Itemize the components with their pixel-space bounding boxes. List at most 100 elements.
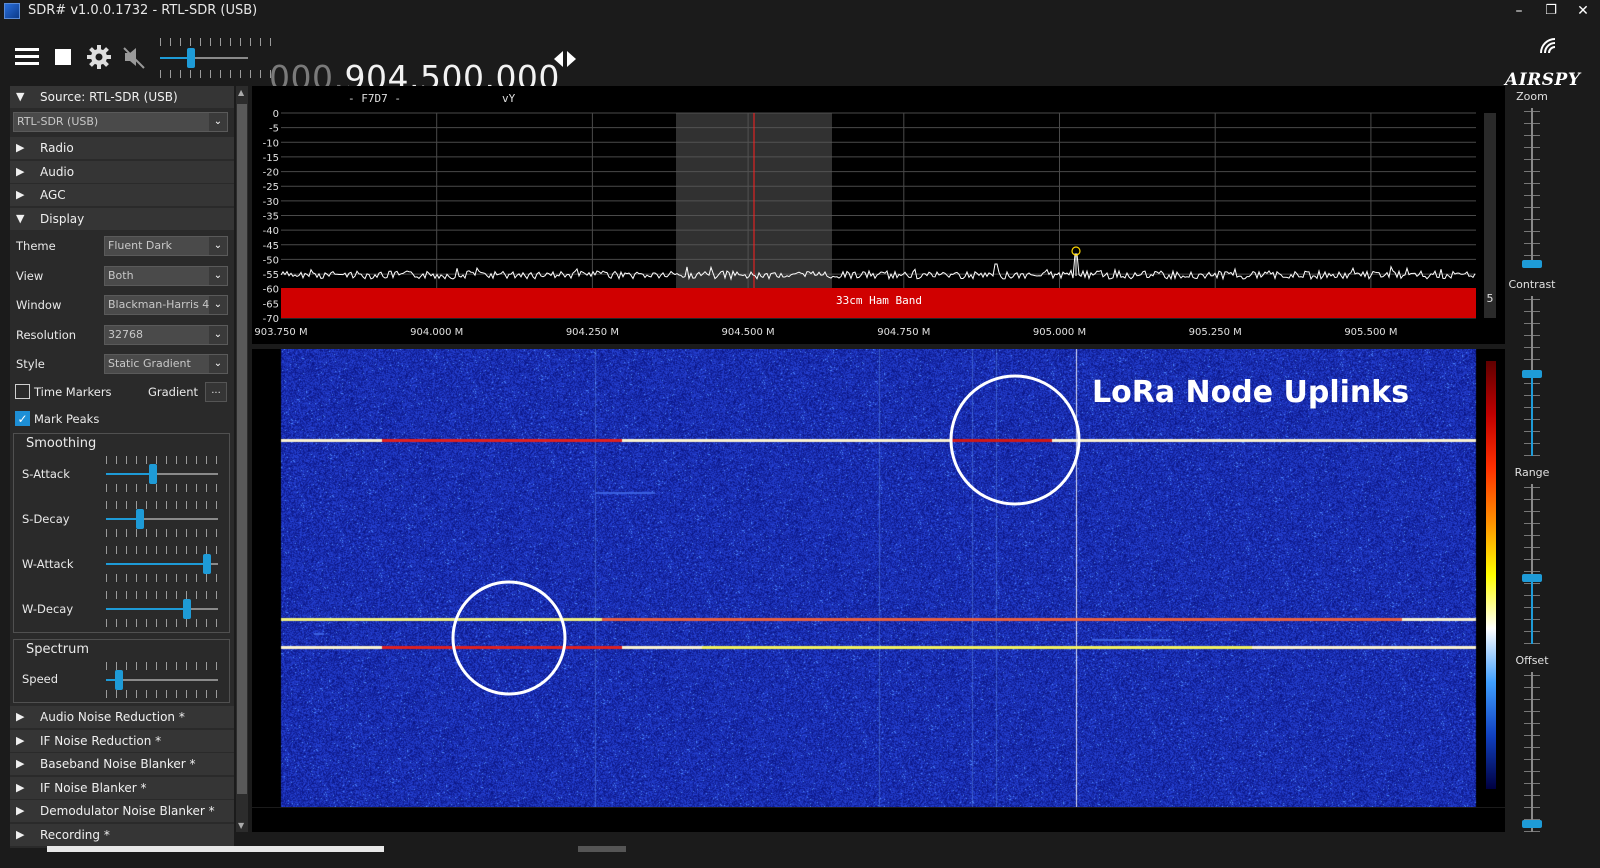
- style-select[interactable]: Static Gradient ⌄: [104, 354, 228, 374]
- spectrum-analyzer[interactable]: - F7D7 - vY 33cm Ham Band 5 0 -5 -10 -15 -20…: [252, 86, 1505, 344]
- rds-pi-label: - F7D7 -: [348, 92, 401, 105]
- window-title: SDR# v1.0.0.1732 - RTL-SDR (USB): [28, 3, 258, 18]
- audio-noise-reduction-header[interactable]: ▶ Audio Noise Reduction *: [10, 706, 234, 728]
- title-bar: SDR# v1.0.0.1732 - RTL-SDR (USB) – ❐ ✕: [0, 0, 1600, 22]
- scrollbar-thumb[interactable]: [237, 104, 247, 794]
- demodulator-noise-blanker-header[interactable]: ▶ Demodulator Noise Blanker *: [10, 800, 234, 822]
- mark-peaks-checkbox[interactable]: ✓: [15, 411, 30, 426]
- s-decay-label: S-Decay: [22, 512, 70, 526]
- color-gradient-legend: [1486, 361, 1496, 789]
- smoothing-group: Smoothing S-Attack S-Decay W-Attack W-De…: [13, 433, 230, 633]
- offset-slider[interactable]: [1516, 672, 1548, 832]
- radio-section-header[interactable]: ▶ Radio: [10, 137, 234, 159]
- zoom-label: Zoom: [1516, 90, 1548, 103]
- status-bar: [0, 846, 1600, 868]
- source-header-label: Source: RTL-SDR (USB): [40, 90, 178, 104]
- source-section-header[interactable]: ▼ Source: RTL-SDR (USB): [10, 86, 234, 108]
- stop-icon[interactable]: [48, 42, 78, 72]
- view-select[interactable]: Both ⌄: [104, 266, 228, 286]
- section-label: Demodulator Noise Blanker *: [40, 804, 215, 818]
- range-slider-thumb[interactable]: [1522, 574, 1542, 582]
- section-label: Audio Noise Reduction *: [40, 710, 185, 724]
- maximize-button[interactable]: ❐: [1536, 1, 1566, 21]
- section-label: Baseband Noise Blanker *: [40, 757, 196, 771]
- baseband-noise-blanker-header[interactable]: ▶ Baseband Noise Blanker *: [10, 753, 234, 775]
- db-tick-label: 0: [273, 109, 279, 120]
- theme-select[interactable]: Fluent Dark ⌄: [104, 236, 228, 256]
- view-value: Both: [108, 269, 134, 282]
- if-noise-reduction-header[interactable]: ▶ IF Noise Reduction *: [10, 730, 234, 752]
- db-tick-label: -5: [269, 124, 279, 135]
- bottom-panel: [252, 808, 1505, 832]
- chevron-down-icon: ⌄: [209, 296, 227, 314]
- db-tick-label: -35: [263, 212, 279, 223]
- w-decay-slider[interactable]: [106, 589, 218, 629]
- minimize-button[interactable]: –: [1504, 1, 1534, 21]
- freq-tick-label: 905.500 M: [1344, 327, 1397, 338]
- scroll-up-icon[interactable]: ▲: [238, 88, 244, 97]
- hamburger-menu-icon[interactable]: [12, 42, 42, 72]
- contrast-slider[interactable]: [1516, 296, 1548, 456]
- resolution-select[interactable]: 32768 ⌄: [104, 325, 228, 345]
- volume-slider[interactable]: [160, 38, 272, 78]
- section-label: Audio: [40, 165, 75, 179]
- db-tick-label: -55: [263, 270, 279, 281]
- lora-annotation-label: LoRa Node Uplinks: [1092, 375, 1409, 410]
- left-right-arrows-icon[interactable]: [551, 47, 579, 71]
- contrast-slider-thumb[interactable]: [1522, 370, 1542, 378]
- theme-label: Theme: [16, 239, 56, 253]
- collapse-arrow-icon: ▼: [16, 90, 25, 103]
- taskbar-strip: [47, 846, 384, 852]
- spectrum-side-bar[interactable]: [1484, 113, 1496, 318]
- source-device-select[interactable]: RTL-SDR (USB) ⌄: [13, 112, 228, 132]
- panel-scrollbar[interactable]: ▲ ▼: [236, 86, 248, 832]
- scroll-down-icon[interactable]: ▼: [238, 821, 244, 830]
- db-tick-label: -45: [263, 241, 279, 252]
- s-attack-slider[interactable]: [106, 454, 218, 494]
- chevron-down-icon: ⌄: [209, 355, 227, 373]
- time-markers-checkbox[interactable]: [15, 384, 30, 399]
- agc-section-header[interactable]: ▶ AGC: [10, 184, 234, 206]
- spectrum-trace: [280, 253, 1476, 281]
- window-value: Blackman-Harris 4: [108, 298, 210, 311]
- freq-tick-label: 905.250 M: [1189, 327, 1242, 338]
- display-section-header[interactable]: ▼ Display: [10, 208, 234, 230]
- db-tick-label: -30: [263, 197, 279, 208]
- freq-tick-label: 904.750 M: [877, 327, 930, 338]
- waterfall-display[interactable]: LoRa Node Uplinks: [252, 349, 1505, 807]
- close-button[interactable]: ✕: [1568, 1, 1598, 21]
- expand-arrow-icon: ▶: [16, 165, 25, 178]
- window-label: Window: [16, 298, 62, 312]
- freq-tick-label: 903.750 M: [254, 327, 307, 338]
- offset-slider-thumb[interactable]: [1522, 820, 1542, 828]
- speed-slider[interactable]: [106, 660, 218, 700]
- contrast-label: Contrast: [1508, 278, 1556, 291]
- resolution-value: 32768: [108, 328, 143, 341]
- time-markers-label: Time Markers: [34, 385, 112, 399]
- s-decay-slider[interactable]: [106, 499, 218, 539]
- w-attack-slider[interactable]: [106, 544, 218, 584]
- range-slider[interactable]: [1516, 484, 1548, 644]
- section-label: Radio: [40, 141, 74, 155]
- recording-header[interactable]: ▶ Recording *: [10, 824, 234, 846]
- expand-arrow-icon: ▶: [16, 141, 25, 154]
- if-noise-blanker-header[interactable]: ▶ IF Noise Blanker *: [10, 777, 234, 799]
- speed-label: Speed: [22, 672, 59, 686]
- app-icon: [4, 3, 20, 19]
- section-label: Display: [40, 212, 85, 226]
- zoom-slider-thumb[interactable]: [1522, 260, 1542, 268]
- freq-tick-label: 904.250 M: [566, 327, 619, 338]
- spectrum-scroll-value: 5: [1487, 292, 1494, 305]
- window-select[interactable]: Blackman-Harris 4 ⌄: [104, 295, 228, 315]
- gear-icon[interactable]: [84, 42, 114, 72]
- gradient-edit-button[interactable]: ...: [205, 382, 227, 402]
- db-tick-label: -25: [263, 182, 279, 193]
- annotation-circle-lower: [451, 580, 567, 696]
- w-decay-label: W-Decay: [22, 602, 74, 616]
- section-label: Recording *: [40, 828, 110, 842]
- expand-arrow-icon: ▶: [16, 781, 25, 794]
- db-tick-label: -65: [263, 299, 279, 310]
- speaker-muted-icon[interactable]: [120, 42, 150, 72]
- zoom-slider[interactable]: [1516, 108, 1548, 268]
- audio-section-header[interactable]: ▶ Audio: [10, 161, 234, 183]
